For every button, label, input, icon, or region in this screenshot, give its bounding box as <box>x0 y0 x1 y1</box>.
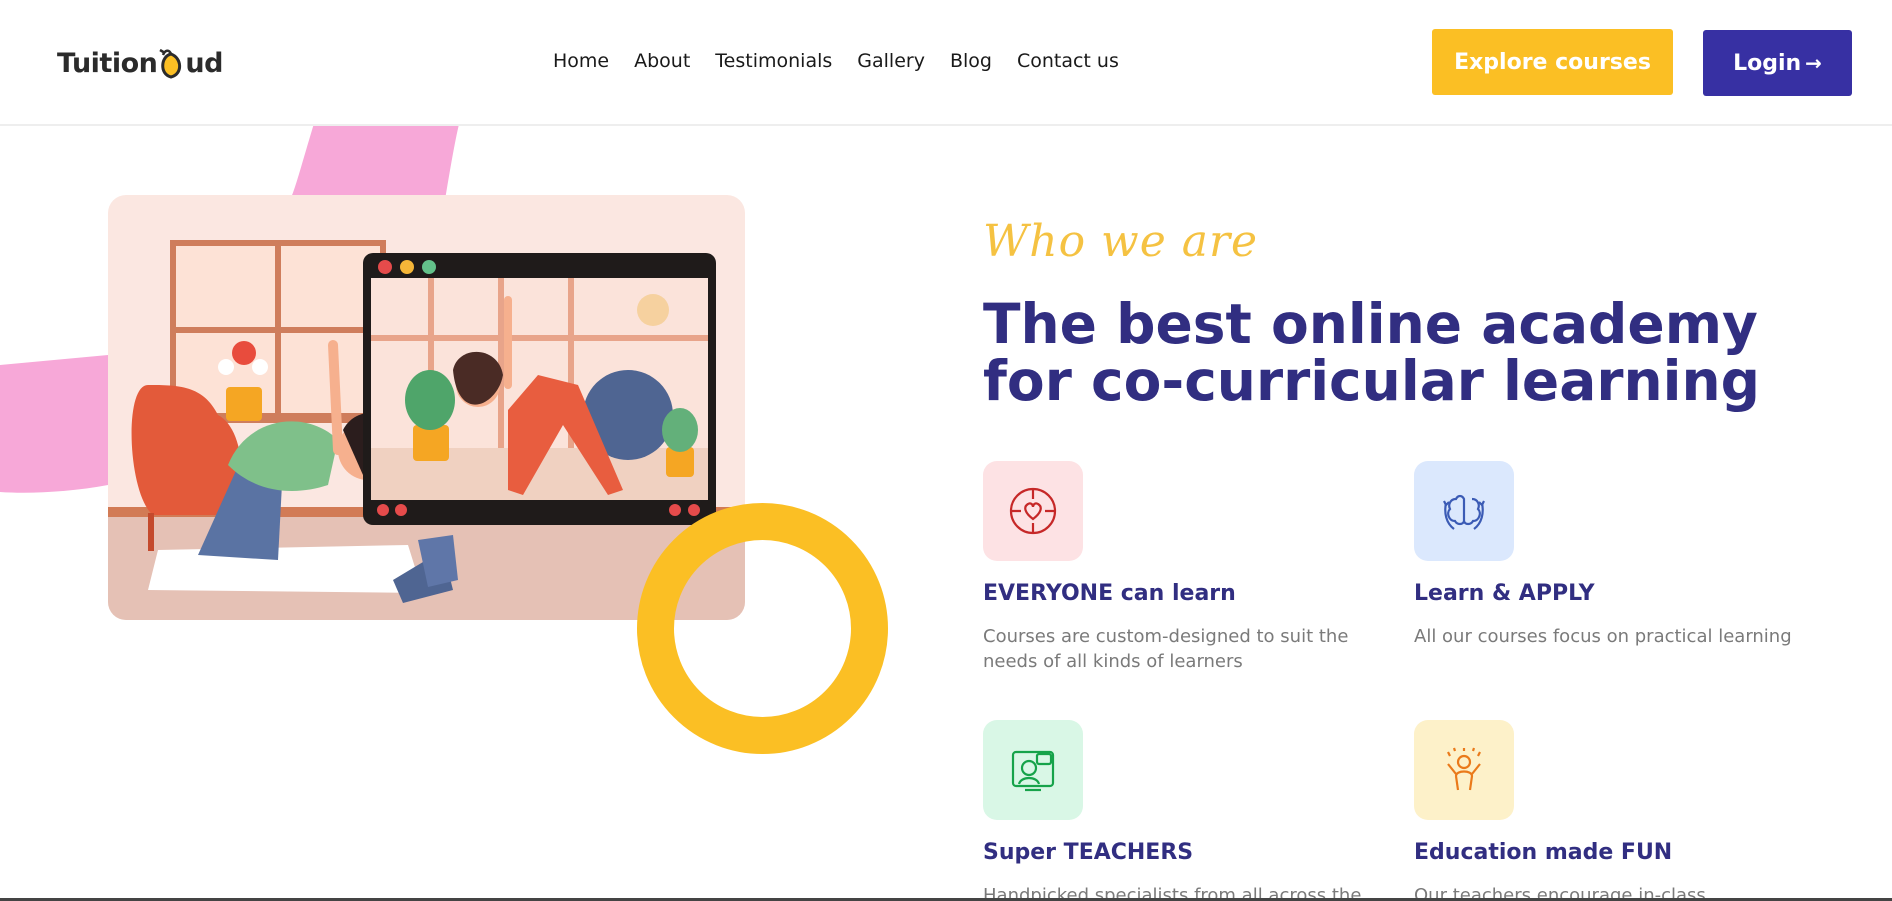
nav-about[interactable]: About <box>634 50 690 72</box>
feature-learn-apply: Learn & APPLY All our courses focus on p… <box>1414 461 1794 649</box>
main-nav: Home About Testimonials Gallery Blog Con… <box>553 50 1119 72</box>
page: Tuition ud Home About Testimonials Galle… <box>0 0 1892 901</box>
nav-testimonials[interactable]: Testimonials <box>715 50 832 72</box>
celebrating-person-icon <box>1414 720 1514 820</box>
feature-super-teachers: Super TEACHERS Handpicked specialists fr… <box>983 720 1363 901</box>
brand-name-part2: ud <box>185 47 223 79</box>
site-header: Tuition ud Home About Testimonials Galle… <box>0 0 1892 126</box>
brain-cycle-icon <box>1414 461 1514 561</box>
hero-illustration <box>108 195 745 620</box>
feature-everyone-can-learn: EVERYONE can learn Courses are custom-de… <box>983 461 1363 674</box>
section-eyebrow: Who we are <box>983 216 1259 267</box>
feature-desc: All our courses focus on practical learn… <box>1414 626 1792 647</box>
arrow-right-icon: → <box>1805 51 1822 75</box>
heart-puzzle-icon <box>983 461 1083 561</box>
bud-icon <box>157 46 185 80</box>
feature-title: Education made FUN <box>1414 840 1673 865</box>
feature-desc: Courses are custom-designed to suit the … <box>983 626 1349 672</box>
login-label: Login <box>1733 50 1802 76</box>
login-button[interactable]: Login → <box>1703 30 1852 96</box>
feature-education-fun: Education made FUN Our teachers encourag… <box>1414 720 1794 901</box>
nav-blog[interactable]: Blog <box>950 50 992 72</box>
teacher-screen-icon <box>983 720 1083 820</box>
feature-title: Super TEACHERS <box>983 840 1194 865</box>
brand-name-part1: Tuition <box>57 47 158 79</box>
yellow-ring-decor <box>637 503 888 754</box>
nav-home[interactable]: Home <box>553 50 609 72</box>
nav-gallery[interactable]: Gallery <box>857 50 925 72</box>
nav-contact[interactable]: Contact us <box>1017 50 1119 72</box>
feature-title: Learn & APPLY <box>1414 581 1595 606</box>
page-headline: The best online academy for co-curricula… <box>983 292 1760 413</box>
brand-logo[interactable]: Tuition ud <box>57 38 223 88</box>
explore-courses-button[interactable]: Explore courses <box>1432 29 1673 95</box>
feature-title: EVERYONE can learn <box>983 581 1236 606</box>
